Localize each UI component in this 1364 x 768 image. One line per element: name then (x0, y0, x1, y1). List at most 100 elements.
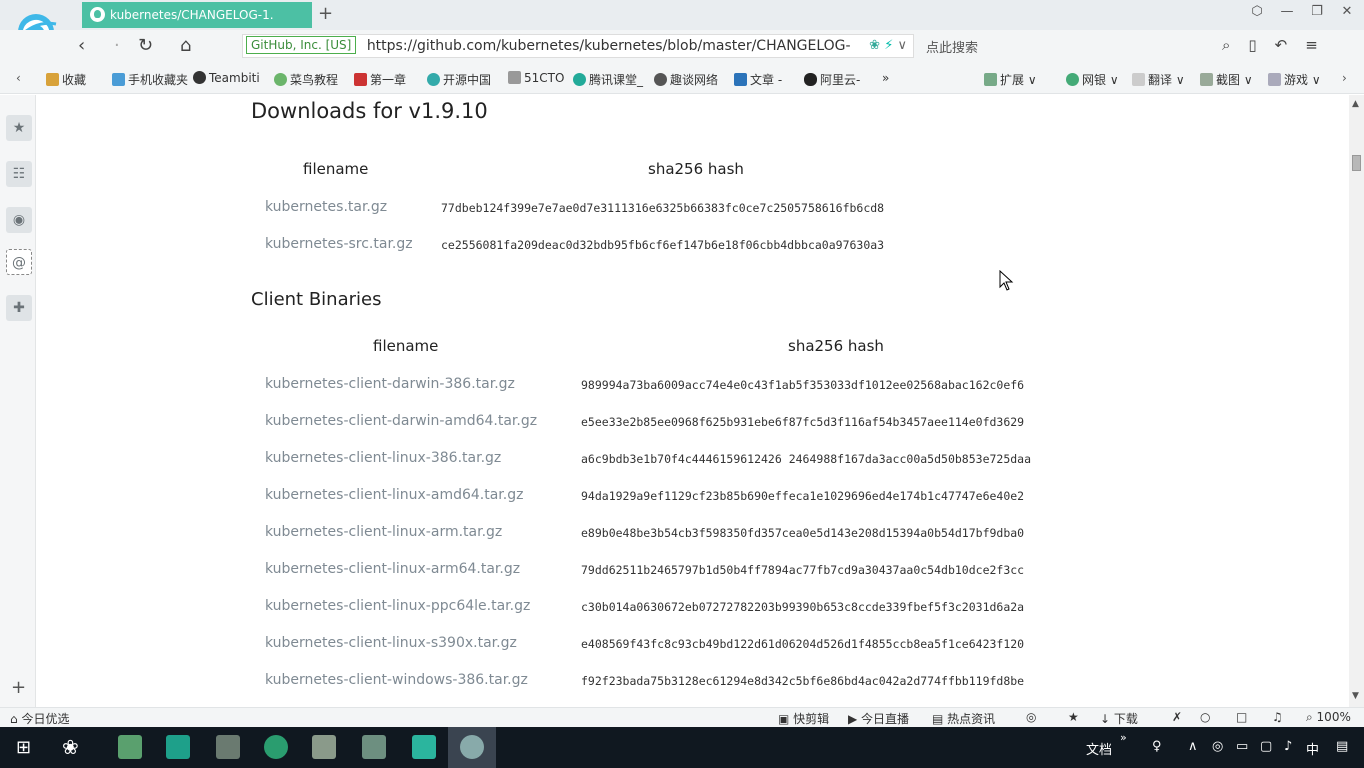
ime-indicator[interactable]: 中 (1306, 739, 1319, 758)
close-button[interactable]: ✕ (1338, 4, 1356, 19)
live-today[interactable]: ▶ 今日直播 (848, 710, 909, 727)
bookmarks-more[interactable]: » (882, 71, 889, 85)
ext-screenshot[interactable]: 截图 ∨ (1200, 71, 1253, 88)
address-bar[interactable]: GitHub, Inc. [US] https://github.com/kub… (242, 34, 914, 58)
bookmark-oschina[interactable]: 开源中国 (427, 71, 491, 88)
app-list-icon[interactable] (412, 735, 436, 759)
maximize-button[interactable]: ❐ (1308, 4, 1326, 19)
bookmark-favorites[interactable]: 收藏 (46, 71, 86, 88)
back-icon[interactable]: ‹ (78, 35, 85, 56)
scroll-down-icon[interactable]: ▼ (1352, 691, 1359, 701)
scrollbar-thumb[interactable] (1352, 155, 1361, 171)
bookmark-network[interactable]: 趣谈网络 (654, 71, 718, 88)
tray-doc-label[interactable]: 文档 (1086, 739, 1112, 758)
volume-icon[interactable]: ♪ (1284, 739, 1292, 754)
client-link[interactable]: kubernetes-client-windows-386.tar.gz (265, 672, 528, 688)
client-link[interactable]: kubernetes-client-linux-386.tar.gz (265, 450, 501, 466)
skin-icon[interactable]: ⬡ (1248, 4, 1266, 19)
ext-extension[interactable]: 扩展 ∨ (984, 71, 1037, 88)
scroll-up-icon[interactable]: ▲ (1352, 99, 1359, 109)
client-link[interactable]: kubernetes-client-darwin-386.tar.gz (265, 376, 515, 392)
download-button[interactable]: ↓ 下载 (1100, 710, 1138, 727)
bookmark-51cto[interactable]: 51CTO (508, 71, 564, 85)
hot-news[interactable]: ▤ 热点资讯 (932, 710, 995, 727)
client-hash: e5ee33e2b85ee0968f625b931ebe6f87fc5d3f11… (581, 415, 1025, 429)
windows-start-icon[interactable]: ⊞ (16, 737, 31, 758)
bookmark-aliyun[interactable]: 阿里云- (804, 71, 860, 88)
download-link[interactable]: kubernetes-src.tar.gz (265, 236, 413, 252)
notifications-icon[interactable]: ▤ (1336, 739, 1348, 754)
network-icon[interactable]: ◎ (1212, 739, 1223, 754)
app-pdf-icon[interactable] (362, 735, 386, 759)
news-icon[interactable]: ☷ (6, 161, 32, 187)
delete-icon[interactable]: ✗ (1172, 710, 1182, 724)
refresh-icon[interactable]: ↻ (138, 35, 153, 56)
chevron-down-icon[interactable]: ∨ (897, 38, 907, 53)
client-link[interactable]: kubernetes-client-linux-arm.tar.gz (265, 524, 502, 540)
flower-icon[interactable]: ❀ (869, 38, 880, 53)
quick-cut[interactable]: ▣ 快剪辑 (778, 710, 829, 727)
bookmarks-toggle-icon[interactable]: ‹ (16, 71, 21, 85)
tab-active[interactable]: kubernetes/CHANGELOG-1. (82, 2, 312, 28)
app-photos-icon[interactable] (118, 735, 142, 759)
status-bar: ⌂ 今日优选 ▣ 快剪辑 ▶ 今日直播 ▤ 热点资讯 ◎ ★ ↓ 下载 ✗ ○ … (0, 707, 1364, 727)
speaker-icon[interactable]: ♫ (1272, 710, 1283, 724)
globe-icon[interactable]: ◎ (1026, 710, 1036, 724)
ext-translate[interactable]: 翻译 ∨ (1132, 71, 1185, 88)
bookmark-mobile[interactable]: 手机收藏夹 (112, 71, 188, 88)
undo-icon[interactable]: ↶ (1275, 36, 1288, 54)
gamepad-icon[interactable]: ✚ (6, 295, 32, 321)
security-badge[interactable]: GitHub, Inc. [US] (246, 36, 357, 54)
client-hash: 989994a73ba6009acc74e4e0c43f1ab5f353033d… (581, 378, 1025, 392)
search-icon[interactable]: ⌕ (1222, 36, 1230, 54)
browser-icon[interactable]: ○ (1200, 710, 1210, 724)
network-icon (654, 73, 667, 86)
client-link[interactable]: kubernetes-client-linux-ppc64le.tar.gz (265, 598, 530, 614)
bookmark-article[interactable]: 文章 - (734, 71, 782, 88)
add-icon[interactable]: + (11, 677, 26, 698)
game-icon (1268, 73, 1281, 86)
bookmark-teambiti[interactable]: Teambiti (193, 71, 260, 85)
forward-icon[interactable]: · (114, 35, 120, 56)
lightning-icon[interactable]: ⚡ (884, 38, 893, 53)
tray-up-icon[interactable]: ∧ (1188, 739, 1198, 754)
app-browser-icon[interactable] (264, 735, 288, 759)
downloads-heading: Downloads for v1.9.10 (251, 99, 488, 123)
downloads-col-filename: filename (303, 160, 369, 178)
pin-icon[interactable]: ★ (1068, 710, 1079, 724)
search-input[interactable]: 点此搜索 (926, 37, 978, 56)
star-icon[interactable]: ★ (6, 115, 32, 141)
zoom-control[interactable]: ⌕ 100% (1306, 710, 1351, 725)
bookmark-runoob[interactable]: 菜鸟教程 (274, 71, 338, 88)
bookmarks-more-right[interactable]: › (1342, 71, 1347, 85)
bookmark-chapter-one[interactable]: 第一章 (354, 71, 406, 88)
battery-icon[interactable]: ▭ (1236, 739, 1248, 754)
ext-bank[interactable]: 网银 ∨ (1066, 71, 1119, 88)
user-icon[interactable]: ♀ (1152, 739, 1162, 754)
client-link[interactable]: kubernetes-client-linux-arm64.tar.gz (265, 561, 520, 577)
ext-games[interactable]: 游戏 ∨ (1268, 71, 1321, 88)
download-link[interactable]: kubernetes.tar.gz (265, 199, 387, 215)
app-image-icon[interactable] (216, 735, 240, 759)
tray-chevron[interactable]: » (1120, 731, 1127, 744)
app-pinwheel-icon[interactable]: ❀ (62, 735, 79, 759)
minimize-button[interactable]: — (1278, 4, 1296, 19)
today-picks[interactable]: ⌂ 今日优选 (10, 710, 69, 727)
window-icon[interactable]: □ (1236, 710, 1247, 724)
bookmark-tencent-class[interactable]: 腾讯课堂_ (573, 71, 643, 88)
new-tab-button[interactable]: + (318, 3, 333, 24)
wifi-icon[interactable]: ▢ (1260, 739, 1272, 754)
at-icon[interactable]: @ (6, 249, 32, 275)
app-green-icon[interactable] (166, 735, 190, 759)
menu-icon[interactable]: ≡ (1305, 36, 1318, 54)
app-notepad-icon[interactable] (312, 735, 336, 759)
client-link[interactable]: kubernetes-client-linux-s390x.tar.gz (265, 635, 517, 651)
app-active-browser[interactable] (448, 727, 496, 768)
phone-icon[interactable]: ▯ (1248, 36, 1256, 54)
url-text: https://github.com/kubernetes/kubernetes… (366, 38, 851, 54)
client-link[interactable]: kubernetes-client-linux-amd64.tar.gz (265, 487, 523, 503)
vertical-scrollbar[interactable]: ▲ ▼ (1349, 95, 1364, 707)
eye-icon[interactable]: ◉ (6, 207, 32, 233)
home-icon[interactable]: ⌂ (180, 35, 191, 56)
client-link[interactable]: kubernetes-client-darwin-amd64.tar.gz (265, 413, 537, 429)
